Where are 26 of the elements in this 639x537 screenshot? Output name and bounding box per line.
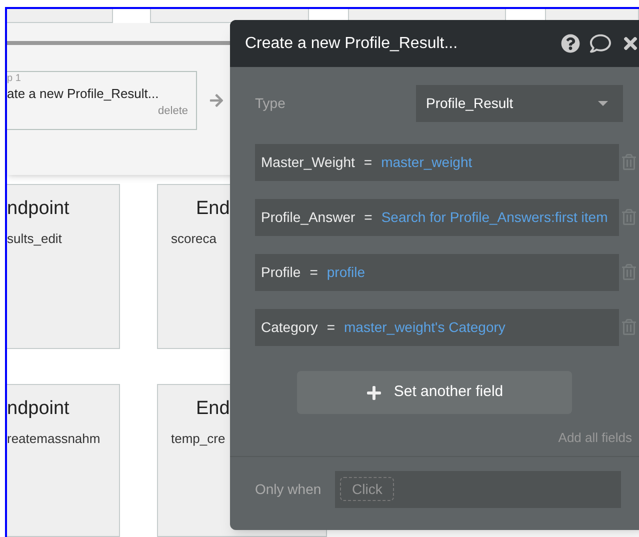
- type-dropdown[interactable]: Profile_Result: [416, 85, 623, 122]
- card-subtitle: sults_edit: [7, 230, 62, 248]
- step-title: ate a new Profile_Result...: [7, 85, 160, 104]
- caret-icon: [598, 101, 608, 106]
- arrow-icon: [209, 93, 224, 108]
- field-row[interactable]: Profile = profile: [255, 254, 619, 291]
- panel-title: Create a new Profile_Result...: [245, 34, 459, 54]
- help-icon[interactable]: [561, 34, 580, 53]
- field-row[interactable]: Master_Weight = master_weight: [255, 144, 619, 181]
- step-label: p 1: [7, 72, 22, 86]
- card-title: End: [195, 396, 230, 421]
- card-subtitle: reatemassnahm: [7, 430, 100, 448]
- card-subtitle: scoreca: [170, 230, 217, 248]
- comment-icon[interactable]: [590, 33, 611, 54]
- field-row[interactable]: Category = master_weight's Category: [255, 309, 619, 346]
- card-subtitle: temp_cre: [170, 430, 226, 448]
- card-title: ndpoint: [7, 197, 70, 222]
- close-icon[interactable]: [621, 34, 639, 53]
- card-title: ndpoint: [7, 396, 70, 421]
- type-label: Type: [255, 94, 286, 113]
- plus-icon: [366, 384, 382, 400]
- only-when-label: Only when: [255, 480, 322, 499]
- set-another-field-button[interactable]: Set another field: [297, 371, 572, 414]
- field-row[interactable]: Profile_Answer = Search for Profile_Answers:first item: [255, 199, 619, 236]
- card-title: End: [195, 197, 230, 222]
- workflow-step[interactable]: p 1 ate a new Profile_Result... delete: [7, 71, 197, 130]
